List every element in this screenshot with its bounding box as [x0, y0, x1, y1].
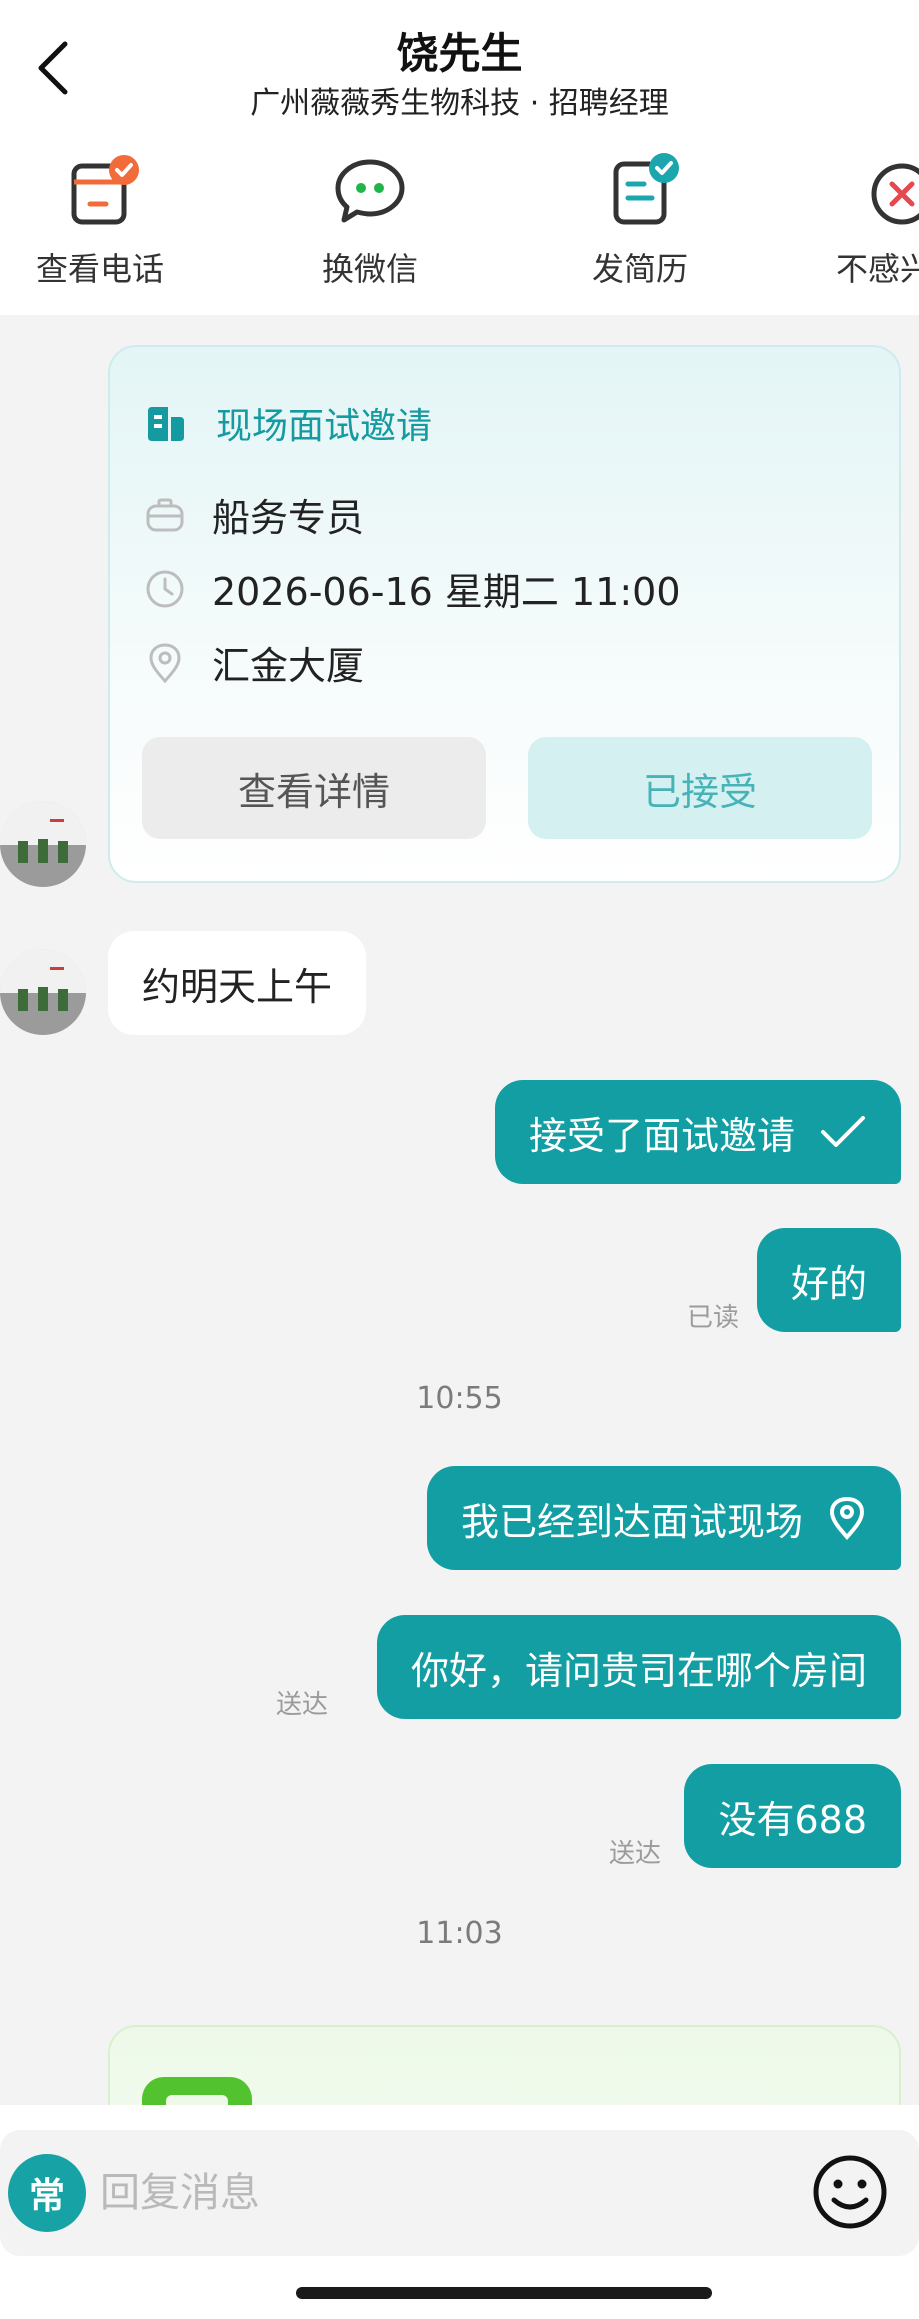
composer-bar: 常: [0, 2105, 919, 2319]
interview-invite-card[interactable]: 现场面试邀请 船务专员 2026-06-16 星期二 11:00 汇金大厦 查看…: [108, 345, 901, 883]
contact-company-role: 广州薇薇秀生物科技 · 招聘经理: [250, 86, 669, 121]
location-pin-icon: [149, 642, 181, 683]
avatar[interactable]: [0, 949, 86, 1035]
chat-header: 饶先生 广州薇薇秀生物科技 · 招聘经理 查看电话 换微信 发简历 不感兴: [0, 0, 919, 315]
quick-actions-bar: 查看电话 换微信 发简历 不感兴: [0, 150, 919, 290]
outgoing-message-none[interactable]: 没有688: [684, 1764, 901, 1868]
common-phrases-button[interactable]: 常: [8, 2154, 86, 2232]
building-icon: [148, 407, 184, 441]
view-details-button[interactable]: 查看详情: [142, 737, 486, 839]
incoming-message[interactable]: 约明天上午: [108, 931, 367, 1035]
wechat-icon: [330, 150, 410, 230]
view-phone-label: 查看电话: [35, 250, 164, 288]
exchange-wechat-button[interactable]: 换微信: [270, 150, 470, 290]
partial-card[interactable]: [108, 2025, 901, 2105]
invite-position: 船务专员: [212, 496, 365, 540]
invite-location: 汇金大厦: [212, 644, 365, 688]
timestamp: 11:03: [416, 1916, 503, 1951]
not-interested-label: 不感兴趣: [835, 250, 919, 288]
smiley-icon: [813, 2155, 887, 2229]
emoji-button[interactable]: [808, 2150, 892, 2234]
invite-position-row: 船务专员: [144, 487, 364, 542]
sent-status: 送达: [276, 1690, 329, 1720]
exchange-wechat-label: 换微信: [321, 250, 418, 288]
resume-icon: [600, 150, 680, 230]
outgoing-message-accept[interactable]: 接受了面试邀请: [494, 1080, 901, 1184]
not-interested-button[interactable]: 不感兴趣: [800, 150, 919, 290]
location-pin-icon: [827, 1496, 867, 1540]
briefcase-icon: [146, 498, 184, 531]
read-status: 已读: [687, 1303, 740, 1333]
invite-title: 现场面试邀请: [216, 406, 433, 447]
outgoing-message-room[interactable]: 你好，请问贵司在哪个房间: [376, 1615, 901, 1719]
outgoing-message-ok[interactable]: 好的: [756, 1228, 901, 1332]
reply-input[interactable]: [100, 2158, 700, 2228]
send-resume-label: 发简历: [591, 250, 688, 288]
sent-status: 送达: [609, 1839, 662, 1869]
avatar[interactable]: [0, 801, 86, 887]
clock-icon: [146, 570, 184, 607]
checkmark-icon: [819, 1114, 867, 1150]
timestamp: 10:55: [416, 1381, 503, 1416]
accepted-button[interactable]: 已接受: [528, 737, 872, 839]
home-indicator: [296, 2287, 712, 2299]
invite-time: 2026-06-16 星期二 11:00: [212, 570, 681, 614]
message-text: 我已经到达面试现场: [460, 1499, 803, 1544]
invite-time-row: 2026-06-16 星期二 11:00: [144, 561, 681, 616]
send-resume-button[interactable]: 发简历: [540, 150, 740, 290]
composer-box: 常: [0, 2130, 919, 2256]
phone-card-icon: [60, 150, 140, 230]
message-text: 接受了面试邀请: [528, 1113, 795, 1158]
view-phone-button[interactable]: 查看电话: [0, 150, 200, 290]
outgoing-message-arrived[interactable]: 我已经到达面试现场: [426, 1466, 901, 1570]
document-icon: [142, 2077, 252, 2105]
invite-header: 现场面试邀请: [144, 397, 432, 449]
contact-name: 饶先生: [396, 29, 523, 78]
not-interested-icon: [860, 150, 919, 230]
message-list[interactable]: 现场面试邀请 船务专员 2026-06-16 星期二 11:00 汇金大厦 查看…: [0, 315, 919, 2105]
invite-location-row: 汇金大厦: [144, 635, 364, 690]
